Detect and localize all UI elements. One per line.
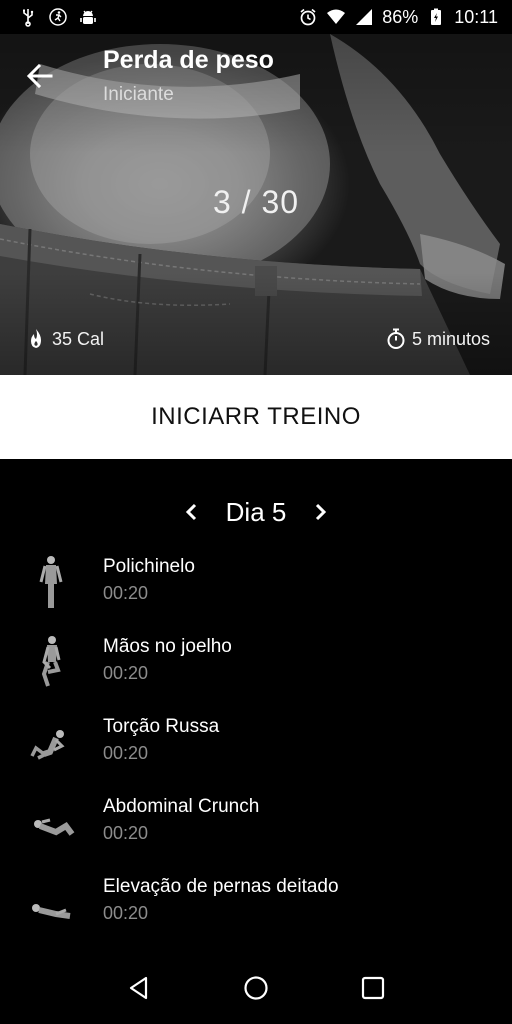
usb-icon bbox=[18, 7, 38, 27]
exercise-duration: 00:20 bbox=[103, 743, 149, 763]
android-debug-icon bbox=[78, 7, 98, 27]
chevron-left-icon bbox=[185, 503, 196, 521]
exercise-item-elevacao-de-pernas[interactable]: Elevação de pernas deitado 00:20 bbox=[0, 866, 512, 946]
exercise-item-torcao-russa[interactable]: Torção Russa 00:20 bbox=[0, 706, 512, 786]
back-button[interactable] bbox=[22, 58, 58, 94]
arrow-back-icon bbox=[26, 63, 53, 89]
start-workout-button[interactable]: INICIARR TREINO bbox=[0, 375, 512, 459]
day-progress: 3 / 30 bbox=[212, 184, 300, 220]
status-bar: 86% 10:11 bbox=[0, 0, 512, 34]
running-icon bbox=[48, 7, 68, 27]
russian-twist-figure-icon bbox=[30, 730, 65, 760]
nav-home-button[interactable] bbox=[236, 968, 276, 1008]
exercise-item-polichinelo[interactable]: Polichinelo 00:20 bbox=[0, 546, 512, 626]
stopwatch-icon bbox=[387, 328, 405, 349]
exercise-name: Mãos no joelho bbox=[103, 636, 232, 657]
exercise-item-maos-no-joelho[interactable]: Mãos no joelho 00:20 bbox=[0, 626, 512, 706]
exercise-name: Polichinelo bbox=[103, 556, 195, 577]
duration-info: 5 minutos bbox=[386, 328, 490, 350]
battery-percent: 86% bbox=[382, 6, 419, 27]
exercise-name: Elevação de pernas deitado bbox=[103, 876, 339, 897]
exercise-duration: 00:20 bbox=[103, 583, 149, 603]
calories-info: 35 Cal bbox=[26, 328, 104, 350]
duration-label: 5 minutos bbox=[411, 328, 490, 349]
flame-icon bbox=[31, 329, 41, 348]
nav-back-button[interactable] bbox=[119, 968, 159, 1008]
system-nav-bar bbox=[0, 952, 512, 1024]
day-label: Dia 5 bbox=[225, 496, 287, 527]
chevron-right-icon bbox=[316, 503, 327, 521]
exercise-duration: 00:20 bbox=[103, 903, 149, 923]
calories-label: 35 Cal bbox=[52, 328, 105, 349]
status-left bbox=[18, 7, 98, 27]
exercise-list: Polichinelo 00:20 Mãos no joelho 00:20 T… bbox=[0, 546, 512, 946]
clock-time: 10:11 bbox=[454, 6, 498, 27]
status-right: 86% 10:11 bbox=[298, 7, 498, 28]
nav-recents-button[interactable] bbox=[353, 968, 393, 1008]
exercise-name: Abdominal Crunch bbox=[103, 796, 260, 817]
battery-icon bbox=[426, 7, 446, 27]
exercise-duration: 00:20 bbox=[103, 823, 149, 843]
page-title: Perda de peso bbox=[103, 46, 274, 74]
hero-banner: Perda de peso Iniciante 3 / 30 35 Cal 5 … bbox=[0, 34, 512, 375]
exercise-name: Torção Russa bbox=[103, 716, 220, 737]
signal-icon bbox=[354, 7, 374, 27]
exercise-duration: 00:20 bbox=[103, 663, 149, 683]
wifi-icon bbox=[326, 7, 346, 27]
standing-figure-icon bbox=[39, 556, 63, 608]
crunch-figure-icon bbox=[34, 818, 75, 836]
day-navigator: Dia 5 bbox=[0, 490, 512, 534]
next-day-button[interactable] bbox=[308, 500, 332, 524]
level-subtitle: Iniciante bbox=[103, 84, 174, 105]
alarm-icon bbox=[298, 7, 318, 27]
triangle-back-icon bbox=[129, 976, 147, 1000]
exercise-item-abdominal-crunch[interactable]: Abdominal Crunch 00:20 bbox=[0, 786, 512, 866]
square-recents-icon bbox=[362, 976, 385, 1000]
circle-home-icon bbox=[244, 976, 268, 1000]
leg-raise-figure-icon bbox=[32, 904, 71, 919]
knee-raise-figure-icon bbox=[41, 636, 61, 687]
previous-day-button[interactable] bbox=[180, 500, 204, 524]
